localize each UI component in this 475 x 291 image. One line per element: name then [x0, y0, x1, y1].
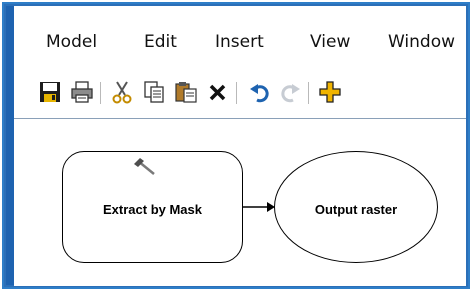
paste-icon — [175, 82, 197, 103]
menu-window[interactable]: Window — [388, 32, 455, 52]
print-icon — [71, 81, 93, 103]
hammer-icon — [134, 158, 155, 175]
print-button[interactable] — [70, 80, 94, 104]
add-data-button[interactable] — [318, 80, 342, 104]
toolbar-separator — [308, 82, 309, 104]
toolbar — [38, 80, 475, 110]
save-icon — [40, 82, 60, 102]
output-raster-element[interactable]: Output raster — [274, 151, 438, 263]
copy-button[interactable] — [142, 80, 166, 104]
menu-insert[interactable]: Insert — [215, 32, 264, 52]
cut-icon — [112, 81, 132, 104]
delete-button[interactable] — [206, 80, 230, 104]
cut-button[interactable] — [110, 80, 134, 104]
redo-icon — [281, 84, 300, 103]
save-button[interactable] — [38, 80, 62, 104]
connector-arrow[interactable] — [242, 201, 276, 213]
toolbar-separator — [100, 82, 101, 104]
process-label: Extract by Mask — [103, 202, 202, 217]
redo-button[interactable] — [278, 80, 302, 104]
window-left-border — [6, 6, 14, 285]
undo-icon — [250, 84, 269, 103]
menu-bar: Model Edit Insert View Window — [14, 24, 475, 64]
output-label: Output raster — [314, 202, 398, 217]
add-data-icon — [319, 81, 341, 103]
copy-icon — [144, 81, 164, 103]
undo-button[interactable] — [248, 80, 272, 104]
model-canvas[interactable]: Extract by Mask Output raster — [14, 118, 466, 286]
toolbar-separator — [236, 82, 237, 104]
delete-icon — [209, 84, 226, 101]
process-extract-by-mask[interactable]: Extract by Mask — [62, 151, 243, 263]
menu-model[interactable]: Model — [46, 32, 97, 52]
menu-view[interactable]: View — [310, 32, 350, 52]
paste-button[interactable] — [174, 80, 198, 104]
menu-edit[interactable]: Edit — [144, 32, 177, 52]
